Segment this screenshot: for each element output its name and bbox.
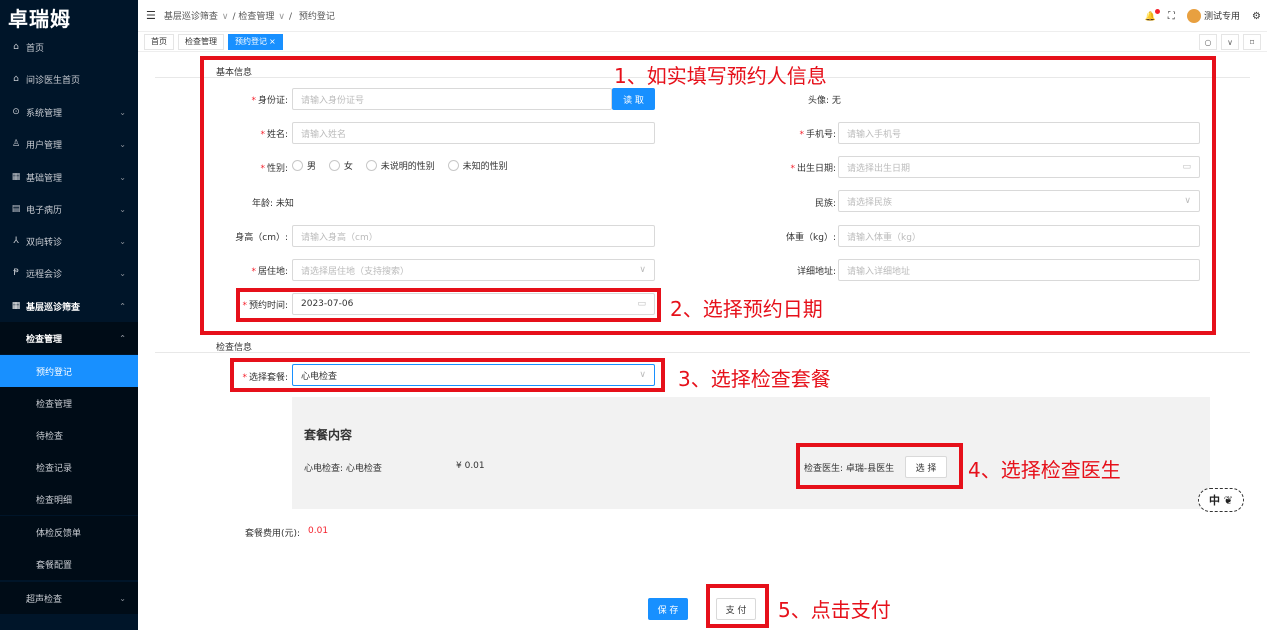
notification-dot [1154, 8, 1160, 14]
divider [155, 352, 1250, 353]
breadcrumb: 基层巡诊筛查 ∨ / 检查管理 ∨ / 预约登记 [163, 12, 335, 22]
home-icon: ⌂ [13, 42, 19, 52]
annotation-text-4: 4、选择检查医生 [968, 458, 1121, 482]
menu-fold-icon[interactable]: ☰ [146, 9, 156, 22]
annotation-text-1: 1、如实填写预约人信息 [614, 64, 827, 88]
annotation-box-4 [796, 443, 963, 489]
sidebar-item-records[interactable]: 检查记录 [0, 451, 138, 483]
chevron-down-icon: ⌄ [119, 268, 126, 278]
grid-icon: ▦ [11, 301, 21, 311]
tabs-bar: 首页 检查管理 预约登记 × ○ ∨ ⌑ [138, 32, 1267, 52]
system-icon: ⊙ [12, 107, 20, 117]
annotation-box-5 [706, 584, 769, 628]
sidebar-item-remote[interactable]: Ᵽ 远程会诊 ⌄ [0, 257, 138, 289]
package-item: 心电检查: 心电检查 [304, 464, 382, 474]
fee-value: 0.01 [308, 526, 329, 536]
chevron-down-icon: ⌄ [119, 204, 126, 214]
sidebar-item-referral[interactable]: ⅄ 双向转诊 ⌄ [0, 225, 138, 257]
sidebar-item-feedback[interactable]: 体检反馈单 [0, 516, 138, 548]
home-icon: ⌂ [13, 74, 19, 84]
chevron-down-icon: ⌄ [119, 172, 126, 182]
chevron-down-icon: ∨ [221, 12, 229, 22]
sidebar-group-exam[interactable]: 检查管理 ⌃ [0, 322, 138, 354]
annotation-box-2 [236, 288, 661, 322]
annotation-text-3: 3、选择检查套餐 [678, 367, 831, 391]
sidebar-item-home[interactable]: ⌂ 首页 [0, 31, 138, 63]
sidebar-item-exam-manage[interactable]: 检查管理 [0, 387, 138, 419]
fullscreen-icon[interactable]: ⛶ [1168, 11, 1175, 22]
tab-home[interactable]: 首页 [144, 33, 174, 50]
breadcrumb-item: 预约登记 [298, 12, 335, 22]
breadcrumb-item[interactable]: 基层巡诊筛查 [164, 12, 218, 22]
sidebar-item-emr[interactable]: ▤ 电子病历 ⌄ [0, 193, 138, 225]
expand-icon[interactable]: ⌑ [1243, 34, 1261, 50]
package-content-panel [292, 397, 1210, 509]
user-icon: ♙ [11, 139, 21, 149]
chevron-down-icon[interactable]: ∨ [1221, 34, 1239, 50]
sidebar-item-screening[interactable]: ▦ 基层巡诊筛查 ⌃ [0, 290, 138, 322]
close-icon[interactable]: × [269, 37, 276, 46]
sidebar: 卓瑞姆 ⌂ 首页 ⌂ 间诊医生首页 ⊙ 系统管理 ⌄ ♙ 用户管理 ⌄ ▦ 基础管理 ⌄ ▤ 电子… [0, 0, 138, 630]
sidebar-item-ultrasound[interactable]: 超声检查 ⌄ [0, 582, 138, 614]
gear-icon[interactable]: ⚙ [1252, 11, 1261, 22]
sidebar-item-doctor-home[interactable]: ⌂ 间诊医生首页 [0, 63, 138, 95]
chevron-down-icon: ⌄ [119, 139, 126, 149]
sidebar-item-users[interactable]: ♙ 用户管理 ⌄ [0, 128, 138, 160]
chevron-down-icon: ⌄ [119, 593, 126, 603]
tab-appointment[interactable]: 预约登记 × [228, 33, 283, 50]
sidebar-item-details[interactable]: 检查明细 [0, 483, 138, 515]
referral-icon: ⅄ [13, 236, 19, 246]
avatar [1186, 9, 1201, 23]
refresh-icon[interactable]: ○ [1199, 34, 1217, 50]
top-bar: ☰ 基层巡诊筛查 ∨ / 检查管理 ∨ / 预约登记 🔔 ⛶ 测试专用 ⚙ [138, 0, 1267, 32]
sidebar-item-package-config[interactable]: 套餐配置 [0, 548, 138, 580]
sidebar-item-pending[interactable]: 待检查 [0, 419, 138, 451]
chevron-up-icon: ⌃ [119, 333, 126, 343]
user-menu[interactable]: 测试专用 [1186, 9, 1240, 23]
sidebar-item-appointment[interactable]: 预约登记 [0, 355, 138, 387]
bell-icon[interactable]: 🔔 [1145, 8, 1160, 22]
logo: 卓瑞姆 [8, 6, 71, 31]
annotation-text-5: 5、点击支付 [778, 598, 891, 622]
package-price: ¥ 0.01 [456, 461, 485, 471]
annotation-box-3 [230, 358, 665, 392]
chevron-down-icon: ⌄ [119, 236, 126, 246]
tab-exam-manage[interactable]: 检查管理 [178, 33, 224, 50]
sidebar-item-basic[interactable]: ▦ 基础管理 ⌄ [0, 161, 138, 193]
record-icon: ▤ [11, 204, 21, 214]
chevron-down-icon: ⌄ [119, 107, 126, 117]
save-button[interactable]: 保 存 [648, 598, 688, 620]
tab-controls: ○ ∨ ⌑ [1199, 34, 1261, 50]
ime-indicator[interactable]: 中 ❦ [1198, 488, 1244, 512]
grid-icon: ▦ [11, 172, 21, 182]
breadcrumb-item[interactable]: 检查管理 [238, 12, 274, 22]
fee-label: 套餐费用(元): [245, 529, 301, 539]
package-content-title: 套餐内容 [304, 428, 353, 442]
chevron-up-icon: ⌃ [119, 301, 126, 311]
header-actions: 🔔 ⛶ 测试专用 ⚙ [1145, 0, 1261, 32]
annotation-text-2: 2、选择预约日期 [670, 297, 823, 321]
remote-icon: Ᵽ [13, 268, 19, 278]
chevron-down-icon: ∨ [278, 12, 285, 22]
sidebar-item-system[interactable]: ⊙ 系统管理 ⌄ [0, 96, 138, 128]
